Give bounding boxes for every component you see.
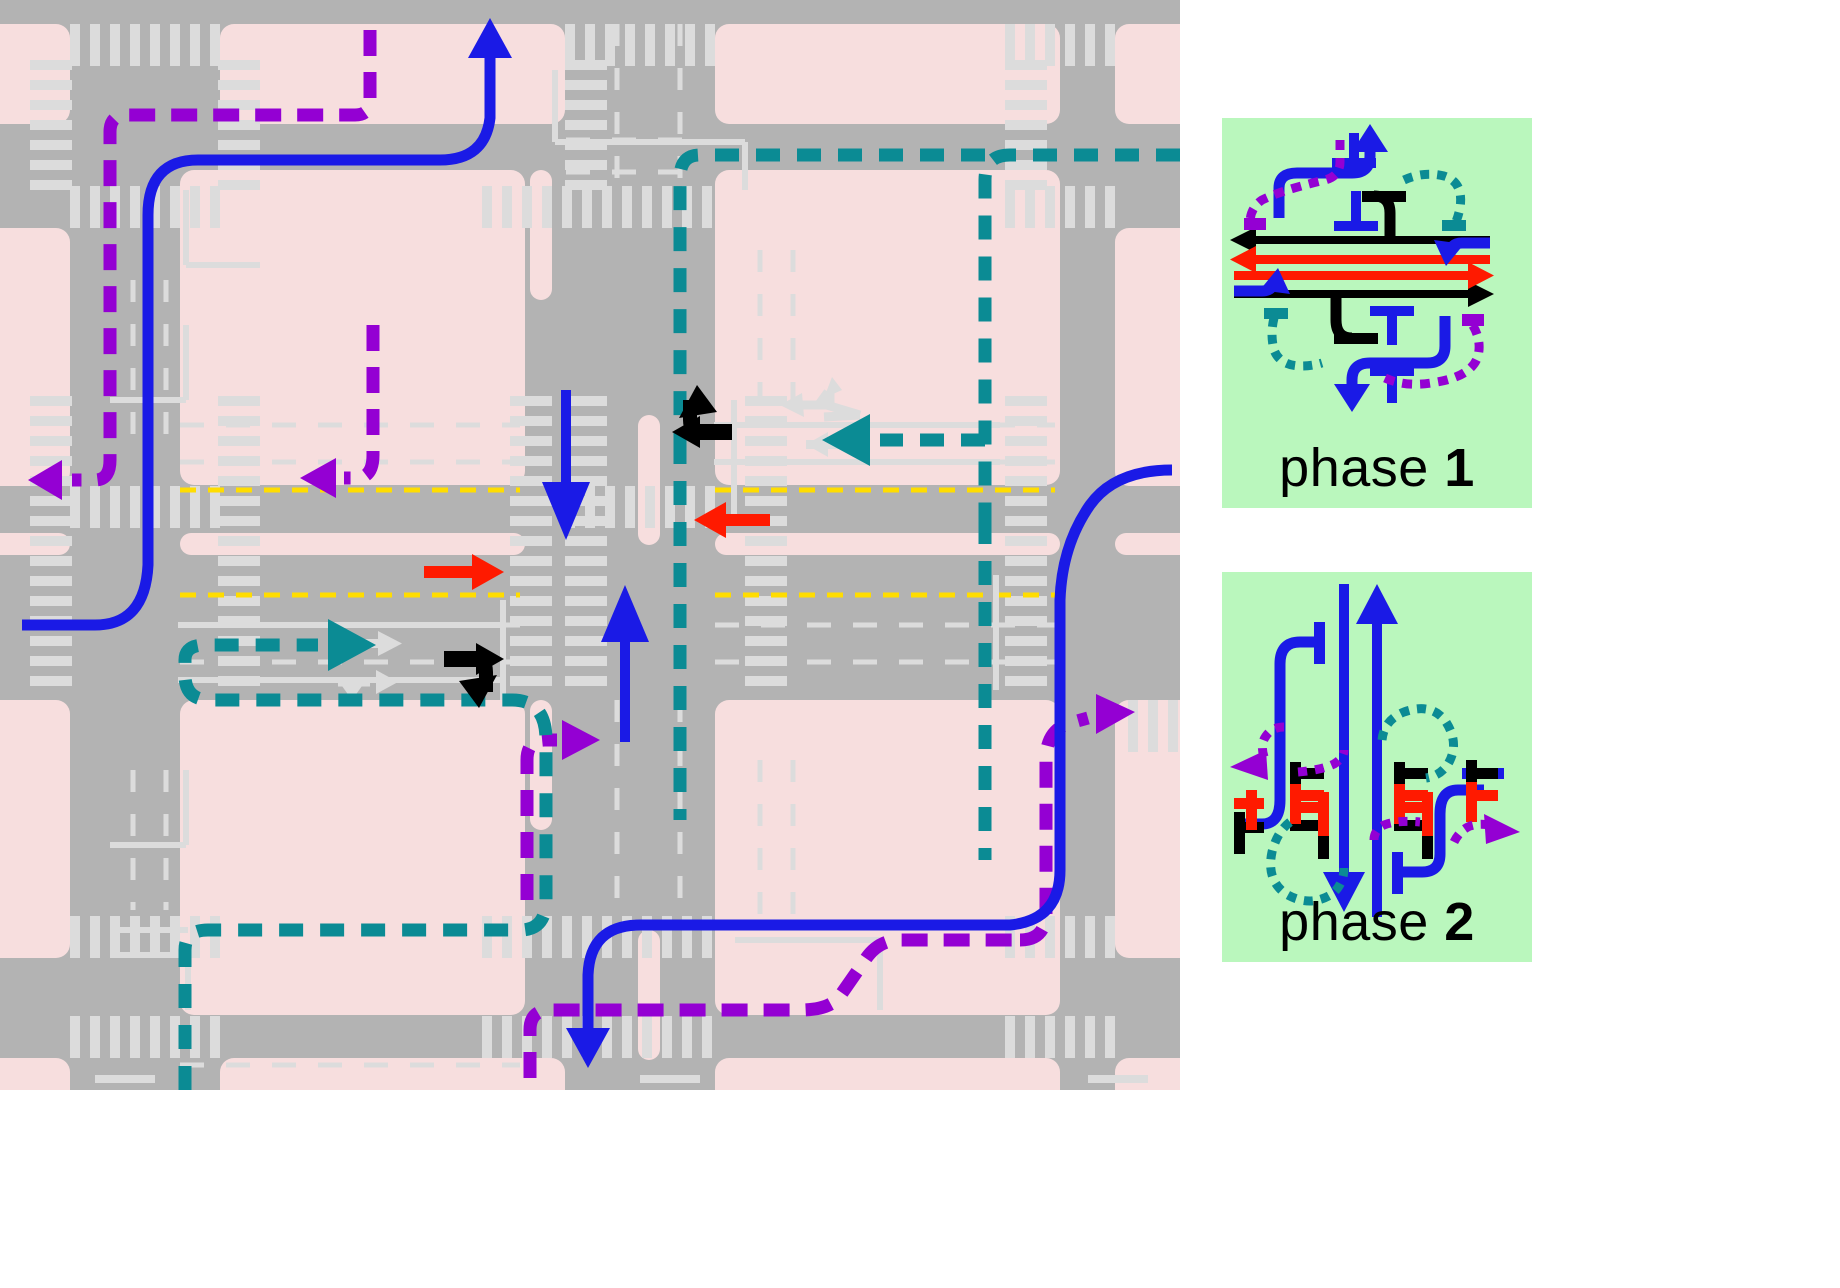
phase-1-label-prefix: phase [1279,438,1445,498]
phase1-teal-dashed-west [1264,308,1324,371]
phase1-black-bar-south [1330,298,1378,344]
phase-2-label-prefix: phase [1279,892,1445,952]
phase-2-label: phase 2 [1222,891,1532,953]
phase-1-label: phase 1 [1222,437,1532,499]
phase-2-label-number: 2 [1444,892,1475,952]
phase2-blue-through-north [1356,584,1398,917]
street-grid-map [0,0,1180,1090]
phase-1-label-number: 1 [1444,438,1475,498]
phase2-blue-through-south [1323,584,1365,912]
phase2-purple-turn-east [1449,814,1520,845]
phase2-purple-dash-mid-left [1297,749,1349,777]
phase1-blue-leftturn-north [1273,124,1388,218]
phase1-teal-dashed-east [1402,169,1466,231]
phase1-purple-dashed-north [1244,140,1345,230]
phase2-teal-loop-right [1377,704,1458,783]
